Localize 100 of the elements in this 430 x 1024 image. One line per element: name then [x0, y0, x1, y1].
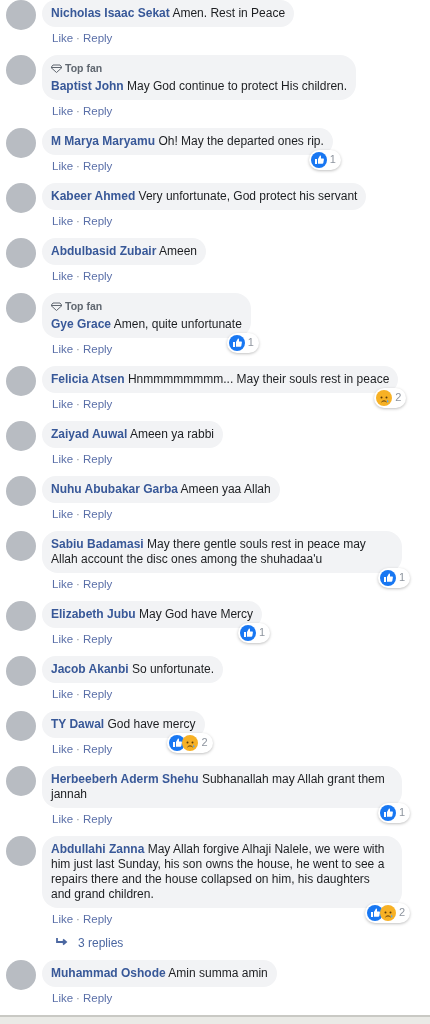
reaction-count: 1 [398, 572, 405, 583]
separator-dot: · [76, 268, 80, 283]
avatar[interactable] [6, 959, 36, 990]
comment-action-link[interactable]: Reply [82, 213, 113, 228]
comment-action-link[interactable]: Like [52, 31, 74, 45]
comment-action-link[interactable]: Like [52, 686, 74, 701]
comment-action-link[interactable]: Reply [82, 396, 113, 411]
comment-action-link[interactable]: Like [52, 576, 74, 591]
commenter-name-link[interactable]: Sabiu Badamasi [51, 536, 144, 551]
comment-action-link[interactable]: Like [52, 631, 74, 646]
comment-text: Kabeer Ahmed Very unfortunate, God protect his servant [51, 188, 358, 204]
diamond-icon [51, 64, 62, 74]
reaction-count: 1 [258, 627, 266, 638]
reaction-count-badge[interactable]: 1 [226, 332, 259, 353]
comment-action-link[interactable]: Like [52, 103, 74, 118]
view-replies-link[interactable]: 3 replies [0, 933, 430, 960]
avatar[interactable] [6, 600, 36, 631]
avatar[interactable] [6, 835, 36, 866]
commenter-name-link[interactable]: Baptist John [51, 78, 124, 93]
comment-action-link[interactable]: Reply [82, 158, 113, 173]
separator-dot: · [76, 341, 80, 356]
avatar[interactable] [6, 0, 36, 30]
commenter-name-link[interactable]: Abdullahi Zanna [51, 841, 145, 856]
commenter-name-link[interactable]: Jacob Akanbi [51, 661, 129, 676]
comment-action-link[interactable]: Reply [82, 31, 113, 45]
comment-action-link[interactable]: Reply [82, 686, 113, 701]
comment-action-link[interactable]: Reply [82, 103, 113, 118]
separator-dot: · [76, 686, 80, 701]
commenter-name-link[interactable]: Elizabeth Jubu [51, 606, 136, 621]
comment-text: TY Dawal God have mercy [51, 716, 196, 732]
comment-action-link[interactable]: Like [52, 268, 74, 283]
comment-action-link[interactable]: Reply [82, 911, 113, 926]
top-fan-label: Top fan [65, 298, 103, 314]
reaction-count-badge[interactable]: 2 [167, 732, 213, 753]
avatar[interactable] [6, 475, 36, 506]
top-fan-label: Top fan [65, 61, 103, 76]
commenter-name-link[interactable]: Zaiyad Auwal [51, 426, 128, 441]
comment-action-link[interactable]: Reply [82, 631, 113, 646]
comment-action-link[interactable]: Like [52, 990, 74, 1005]
comment-action-link[interactable]: Reply [82, 506, 113, 521]
separator-dot: · [76, 741, 80, 756]
reaction-count: 2 [395, 392, 402, 403]
comment-action-link[interactable]: Reply [82, 341, 113, 356]
avatar[interactable] [6, 182, 36, 213]
reaction-count: 1 [247, 337, 254, 348]
comment-action-link[interactable]: Like [52, 741, 74, 756]
comment-action-link[interactable]: Reply [82, 741, 113, 756]
avatar[interactable] [6, 292, 36, 323]
comment-text: M Marya Maryamu Oh! May the departed ones rip. [51, 133, 324, 149]
commenter-name-link[interactable]: Herbeeberh Aderm Shehu [51, 771, 199, 786]
comment-action-link[interactable]: Reply [82, 268, 113, 283]
comment-action-link[interactable]: Like [52, 811, 74, 826]
separator-dot: · [76, 158, 80, 173]
commenter-name-link[interactable]: Kabeer Ahmed [51, 188, 136, 203]
reaction-count-badge[interactable]: 1 [377, 802, 410, 823]
avatar[interactable] [6, 530, 36, 561]
commenter-name-link[interactable]: Nicholas Isaac Sekat [51, 6, 170, 20]
comment-action-link[interactable]: Reply [82, 811, 113, 826]
avatar[interactable] [6, 127, 36, 158]
diamond-icon [51, 302, 62, 312]
comment-text: Abdullahi Zanna May Allah forgive Alhaji Nalele, we were with him just last Sunday, his son owns the house, he went to see a repairs there and the house collapsed on him, his daughters and grand children. [51, 841, 386, 902]
comment-action-link[interactable]: Like [52, 506, 74, 521]
separator-dot: · [76, 576, 80, 591]
reaction-count: 2 [201, 737, 208, 748]
commenter-name-link[interactable]: Abdulbasid Zubair [51, 243, 157, 258]
commenter-name-link[interactable]: Felicia Atsen [51, 371, 125, 386]
comment-text: Herbeeberh Aderm Shehu Subhanallah may Allah grant them jannah [51, 771, 386, 802]
comment-action-link[interactable]: Like [52, 396, 74, 411]
comment-text: Abdulbasid Zubair Ameen [51, 243, 198, 259]
comment-action-link[interactable]: Like [52, 341, 74, 356]
reaction-count-badge[interactable]: 2 [374, 387, 407, 408]
commenter-name-link[interactable]: Nuhu Abubakar Garba [51, 481, 178, 496]
separator-dot: · [76, 213, 80, 228]
separator-dot: · [76, 631, 80, 646]
comment-action-link[interactable]: Reply [82, 576, 113, 591]
reply-arrow-icon [56, 938, 68, 947]
comment-action-link[interactable]: Like [52, 451, 74, 466]
avatar[interactable] [6, 710, 36, 741]
avatar[interactable] [6, 420, 36, 451]
commenter-name-link[interactable]: Gye Grace [51, 316, 112, 331]
reaction-count-badge[interactable]: 2 [364, 902, 410, 923]
avatar[interactable] [6, 365, 36, 396]
comment-action-link[interactable]: Like [52, 158, 74, 173]
reaction-count-badge[interactable]: 1 [377, 567, 410, 588]
reaction-count: 1 [329, 154, 336, 166]
avatar[interactable] [6, 55, 36, 85]
avatar[interactable] [6, 655, 36, 686]
separator-dot: · [76, 811, 80, 826]
avatar[interactable] [6, 237, 36, 268]
comment-action-link[interactable]: Reply [82, 990, 113, 1005]
reaction-count-badge[interactable]: 1 [308, 149, 341, 170]
comment-text: Nuhu Abubakar Garba Ameen yaa Allah [51, 481, 271, 497]
comment-action-link[interactable]: Reply [82, 451, 113, 466]
commenter-name-link[interactable]: TY Dawal [51, 716, 105, 731]
commenter-name-link[interactable]: M Marya Maryamu [51, 133, 156, 148]
comment-action-link[interactable]: Like [52, 911, 74, 926]
comment-action-link[interactable]: Like [52, 213, 74, 228]
reaction-count-badge[interactable]: 1 [237, 622, 271, 643]
commenter-name-link[interactable]: Muhammad Oshode [51, 965, 166, 980]
avatar[interactable] [6, 765, 36, 796]
